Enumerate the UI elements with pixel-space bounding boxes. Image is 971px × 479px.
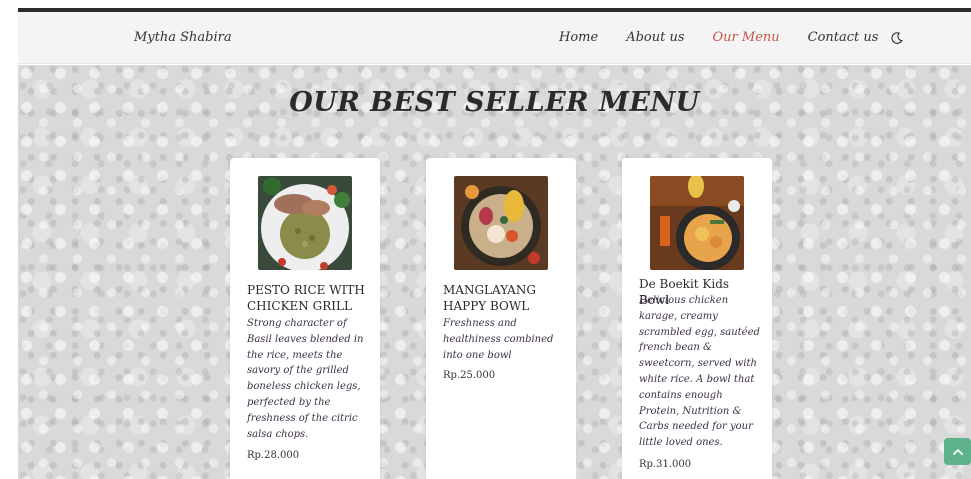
menu-card: De Boekit Kids Bowl Delicious chicken ka… <box>622 158 772 479</box>
menu-item-price: Rp.31.000 <box>639 459 692 470</box>
nav-link-contact[interactable]: Contact us <box>808 30 879 45</box>
menu-item-description: Strong character of Basil leaves blended… <box>247 318 364 440</box>
menu-item-image <box>258 176 352 270</box>
brand-logo-text[interactable]: Mytha Shabira <box>134 30 232 45</box>
nav-link-home[interactable]: Home <box>559 30 598 45</box>
chevron-up-icon <box>952 448 963 455</box>
menu-item-image <box>454 176 548 270</box>
nav-link-menu[interactable]: Our Menu <box>713 30 780 45</box>
menu-item-price: Rp.28.000 <box>247 450 300 461</box>
best-seller-section: OUR BEST SELLER MENU PESTO RICE WITH CHI… <box>18 65 971 479</box>
navbar: Mytha Shabira Home About us Our Menu Con… <box>18 12 971 64</box>
menu-item-image <box>650 176 744 270</box>
menu-item-price: Rp.25.000 <box>443 370 496 381</box>
menu-item-description: Delicious chicken karage, creamy scrambl… <box>639 295 760 449</box>
section-title: OUR BEST SELLER MENU <box>289 87 700 118</box>
menu-item-description: Freshness and healthiness combined into … <box>443 318 554 361</box>
menu-card: PESTO RICE WITH CHICKEN GRILL Strong cha… <box>230 158 380 479</box>
menu-card: MANGLAYANG HAPPY BOWL Freshness and heal… <box>426 158 576 479</box>
scroll-to-top-button[interactable] <box>944 438 971 465</box>
nav-links: Home About us Our Menu Contact us <box>559 30 904 45</box>
moon-icon[interactable] <box>890 31 904 45</box>
menu-item-name: PESTO RICE WITH CHICKEN GRILL <box>247 283 365 313</box>
menu-item-name: MANGLAYANG HAPPY BOWL <box>443 283 536 313</box>
page-margin <box>0 0 18 479</box>
nav-link-about[interactable]: About us <box>626 30 684 45</box>
